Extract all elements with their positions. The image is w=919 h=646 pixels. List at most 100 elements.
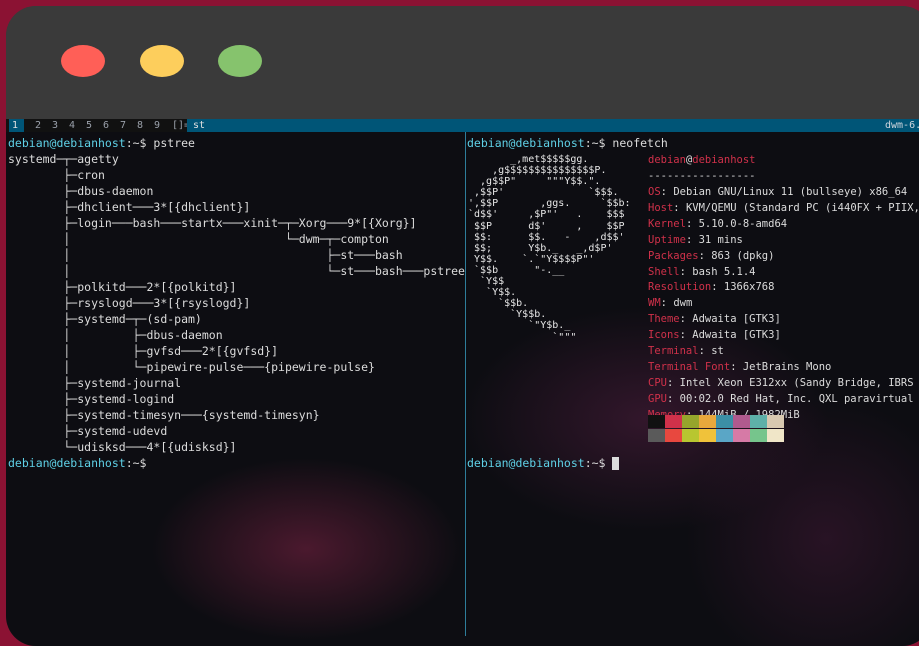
tree-line: ├─dhclient───3*[{dhclient}] (8, 200, 251, 214)
terminal-pane-left[interactable]: debian@debianhost:~$ pstree systemd─┬─ag… (6, 132, 465, 636)
ascii-line: `""" (468, 331, 577, 343)
color-swatch (750, 429, 767, 442)
prompt-user: debian@debianhost (467, 136, 585, 150)
sysinfo-value: 00:02.0 Red Hat, Inc. QXL paravirtual g (679, 392, 919, 405)
sysinfo-row: Resolution: 1366x768 (648, 280, 919, 296)
workspace-tag-2[interactable]: 2 (35, 119, 41, 132)
maximize-window-button[interactable] (218, 45, 262, 77)
sysinfo-row: WM: dwm (648, 296, 919, 312)
header-host: debianhost (692, 154, 756, 166)
ascii-line: `"Y$b._ (468, 320, 571, 332)
workspace-tag-7[interactable]: 7 (120, 119, 126, 132)
tree-line: ├─cron (8, 168, 105, 182)
sysinfo-value: Adwaita [GTK3] (692, 329, 781, 342)
sysinfo-colon: : (711, 281, 724, 294)
ascii-line: ,g$$$$$$$$$$$$$$$P. (468, 165, 607, 177)
color-swatch (682, 415, 699, 428)
close-window-button[interactable] (61, 45, 105, 77)
color-swatch (665, 415, 682, 428)
sysinfo-key: OS (648, 186, 661, 198)
prompt-user: debian@debianhost (8, 136, 126, 150)
sysinfo-colon: : (698, 345, 712, 358)
ascii-line: `$$b. (468, 298, 529, 310)
text-cursor (612, 457, 620, 470)
sysinfo-colon: : (679, 329, 693, 342)
ascii-line: ,g$$P" """Y$$.". (468, 176, 601, 188)
color-swatch (648, 429, 665, 442)
sysinfo-key: Icons (648, 329, 680, 342)
sysinfo-key: WM (648, 297, 661, 310)
sysinfo-row: Host: KVM/QEMU (Standard PC (i440FX + PI… (648, 201, 919, 217)
sysinfo-row: Terminal: st (648, 344, 919, 360)
sysinfo-key: Packages (648, 249, 699, 262)
ascii-line: _,met$$$$$gg. (468, 154, 589, 165)
tree-line: ├─systemd-logind (8, 392, 175, 406)
sysinfo-row: CPU: Intel Xeon E312xx (Sandy Bridge, IB… (648, 376, 919, 392)
sysinfo-colon: : (673, 201, 686, 214)
color-swatch (767, 415, 784, 428)
sysinfo-value: 31 mins (698, 233, 743, 246)
workspace-tag-9[interactable]: 9 (154, 119, 160, 132)
sysinfo-value: Debian GNU/Linux 11 (bullseye) x86_64 (673, 186, 908, 198)
workspace-tag-4[interactable]: 4 (69, 119, 75, 132)
minimize-window-button[interactable] (140, 45, 184, 77)
sysinfo-list: OS: Debian GNU/Linux 11 (bullseye) x86_6… (648, 185, 919, 424)
ascii-line: $$P d$' , $$P (468, 220, 625, 232)
ascii-line: `Y$$. (468, 287, 517, 299)
ascii-line: ,$$P' `$$$. (468, 187, 619, 199)
sysinfo-key: Terminal Font (648, 360, 731, 373)
sysinfo-value: 1366x768 (723, 281, 775, 294)
color-swatch (699, 429, 716, 442)
ascii-line: `Y$$b. (468, 309, 547, 321)
prompt-dir: :~$ (125, 136, 147, 150)
ascii-line: Y$$. `.`"Y$$$$P"' (468, 253, 595, 265)
sysinfo-colon: : (660, 297, 674, 310)
tree-line: ├─systemd-udevd (8, 424, 168, 438)
prompt-dir: :~$ (125, 456, 147, 470)
dwm-status-bar: 123456789[]= st dwm-6.2 (6, 119, 919, 132)
sysinfo-key: Kernel (648, 217, 686, 230)
ascii-line: $$: $$. - ,d$$' (468, 231, 625, 243)
tree-line: │ └─pipewire-pulse───{pipewire-pulse} (8, 360, 375, 374)
tree-line: │ ├─gvfsd───2*[{gvfsd}] (8, 344, 279, 358)
terminal-pane-right[interactable]: debian@debianhost:~$ neofetch _,met$$$$$… (465, 132, 919, 636)
prompt-dir: :~$ (584, 456, 606, 470)
color-swatch (750, 415, 767, 428)
workspace-tag-3[interactable]: 3 (52, 119, 58, 132)
window-title: st (193, 120, 206, 131)
workspace-tag-8[interactable]: 8 (137, 119, 143, 132)
sysinfo-row: Icons: Adwaita [GTK3] (648, 328, 919, 344)
tree-line: │ ├─st───bash (8, 248, 403, 262)
ascii-line: $$; Y$b._ _,d$P' (468, 242, 613, 254)
final-prompt-line: debian@debianhost:~$ (8, 455, 146, 471)
sysinfo-row: Terminal Font: JetBrains Mono (648, 360, 919, 376)
header-user: debian (648, 154, 686, 166)
color-swatch (648, 415, 665, 428)
tree-line: ├─polkitd───2*[{polkitd}] (8, 280, 237, 294)
sysinfo-colon: : (666, 376, 680, 389)
command: neofetch (612, 136, 668, 150)
ascii-line: `$$b "-.__ (468, 264, 565, 276)
sysinfo-value: KVM/QEMU (Standard PC (i440FX + PIIX, (685, 201, 919, 214)
tree-line: ├─login───bash───startx───xinit─┬─Xorg──… (8, 216, 417, 230)
sysinfo-value: st (711, 345, 724, 358)
workspace-tag-1[interactable]: 1 (9, 119, 24, 132)
workspace-tag-5[interactable]: 5 (86, 119, 92, 132)
sysinfo-colon: : (698, 249, 712, 262)
sysinfo-row: Shell: bash 5.1.4 (648, 265, 919, 281)
sysinfo-row: Theme: Adwaita [GTK3] (648, 312, 919, 328)
ascii-line: `d$$' ,$P"' . $$$ (468, 209, 625, 221)
sysinfo-row: Uptime: 31 mins (648, 233, 919, 249)
tree-line: └─udisksd───4*[{udisksd}] (8, 440, 237, 454)
tree-line: │ └─dwm─┬─compton (8, 232, 389, 246)
color-swatch (733, 415, 750, 428)
color-swatch (682, 429, 699, 442)
final-prompt-line: debian@debianhost:~$ (467, 455, 620, 471)
sysinfo-header: debian@debianhost (648, 153, 755, 169)
color-swatch (716, 415, 733, 428)
sysinfo-value: 5.10.0-8-amd64 (698, 217, 788, 230)
workspace-tag-6[interactable]: 6 (103, 119, 109, 132)
sysinfo-colon: : (666, 392, 680, 405)
status-text: dwm-6.2 (883, 119, 919, 132)
color-palette (648, 415, 808, 443)
